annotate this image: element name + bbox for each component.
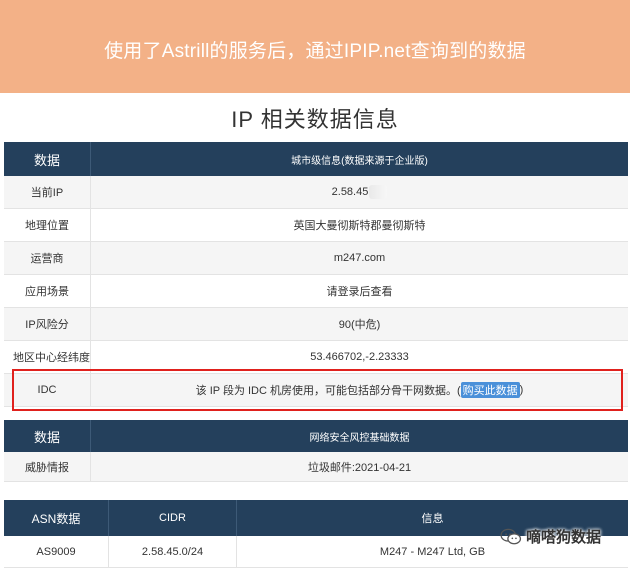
header-city-info: 城市级信息(数据来源于企业版)	[90, 142, 628, 176]
watermark-text: 嘀嗒狗数据	[526, 529, 602, 546]
header-asn: ASN数据	[31, 511, 81, 526]
watermark: 嘀嗒狗数据	[500, 526, 601, 547]
row-value: 请登录后查看	[90, 275, 628, 307]
row-label: 应用场景	[25, 286, 69, 298]
header-cidr: CIDR	[108, 500, 236, 536]
wechat-icon	[500, 528, 522, 544]
table-header: 数据 网络安全风控基础数据	[4, 420, 628, 452]
row-value: 2.58.45	[90, 176, 628, 208]
table-row: 威胁情报 垃圾邮件:2021-04-21	[4, 452, 628, 482]
header-data-label: 数据	[33, 152, 60, 168]
row-label: 威胁情报	[25, 461, 69, 474]
row-label: 地理位置	[25, 220, 69, 232]
city-info-table: 数据 城市级信息(数据来源于企业版) 当前IP 2.58.45 地理位置 英国大…	[4, 142, 628, 407]
table-row: 当前IP 2.58.45	[4, 176, 628, 209]
table-row: IP风险分 90(中危)	[4, 308, 628, 341]
cidr-value: 2.58.45.0/24	[108, 536, 236, 567]
current-ip-value: 2.58.45	[331, 186, 369, 198]
ip-redaction-blur	[369, 185, 388, 199]
security-table: 数据 网络安全风控基础数据 威胁情报 垃圾邮件:2021-04-21	[4, 420, 628, 482]
banner-text: 使用了Astrill的服务后，通过IPIP.net查询到的数据	[104, 41, 526, 62]
row-value: 90(中危)	[90, 308, 628, 340]
row-value: 垃圾邮件:2021-04-21	[90, 452, 628, 481]
row-label: 当前IP	[30, 187, 64, 199]
banner: 使用了Astrill的服务后，通过IPIP.net查询到的数据	[0, 0, 630, 93]
table-row: 地理位置 英国大曼彻斯特郡曼彻斯特	[4, 209, 628, 242]
page-title: IP 相关数据信息	[231, 107, 399, 132]
table-row: 应用场景 请登录后查看	[4, 275, 628, 308]
header-security-info: 网络安全风控基础数据	[90, 420, 628, 452]
row-label: 运营商	[30, 253, 64, 265]
asn-value: AS9009	[36, 545, 76, 558]
table-row: 运营商 m247.com	[4, 242, 628, 275]
table-header: 数据 城市级信息(数据来源于企业版)	[4, 142, 628, 176]
row-label: IP风险分	[25, 319, 69, 331]
idc-highlight-box	[12, 369, 623, 411]
row-value: m247.com	[90, 242, 628, 274]
row-value: 英国大曼彻斯特郡曼彻斯特	[90, 209, 628, 241]
header-data-label: 数据	[33, 429, 60, 445]
